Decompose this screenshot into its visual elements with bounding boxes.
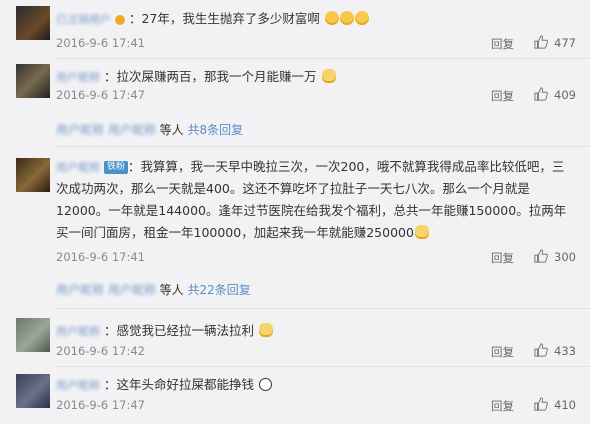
laugh-emoji-icon — [339, 11, 354, 25]
more-replies-suffix: 等人 — [159, 283, 184, 297]
laugh-emoji-icon — [354, 11, 369, 25]
shocked-emoji-icon — [259, 323, 273, 337]
more-replies: 用户昵称 用户昵称 等人 共8条回复 — [56, 118, 243, 142]
timestamp: 2016-9-6 17:41 — [56, 36, 145, 50]
shocked-emoji-icon — [321, 69, 336, 83]
comment-line: 用户昵称 ：这年头命好拉屎都能挣钱 — [56, 374, 272, 393]
comment-line: 用户昵称 ：拉次屎赚两百，那我一个月能赚一万 — [56, 66, 336, 85]
username[interactable]: 用户昵称 — [56, 69, 100, 85]
avatar[interactable] — [16, 374, 50, 408]
comment-body: 用户昵称 铁粉 ：我算算，我一天早中晚拉三次，一次200，哦不就算我得成品率比较低… — [56, 157, 567, 240]
thumbs-up-icon[interactable] — [534, 249, 548, 263]
more-replies-suffix: 等人 — [159, 123, 184, 137]
username[interactable]: 已注销用户 — [56, 11, 111, 27]
thumbs-up-icon[interactable] — [534, 35, 548, 49]
view-replies-link[interactable]: 共8条回复 — [188, 123, 244, 137]
reply-button[interactable]: 回复 — [491, 88, 514, 104]
reply-button[interactable]: 回复 — [491, 250, 514, 266]
reply-button[interactable]: 回复 — [491, 36, 514, 52]
username[interactable]: 用户昵称 — [56, 377, 100, 393]
comment-item: 用户昵称 ：这年头命好拉屎都能挣钱 2016-9-6 17:47 回复 410 — [0, 366, 590, 424]
more-replies: 用户昵称 用户昵称 等人 共22条回复 — [56, 278, 251, 302]
fan-badge: 铁粉 — [103, 161, 128, 174]
comment-text: 拉次屎赚两百，那我一个月能赚一万 — [116, 69, 317, 84]
smirk-emoji-icon — [259, 378, 272, 391]
timestamp: 2016-9-6 17:47 — [56, 398, 145, 412]
avatar[interactable] — [16, 158, 50, 192]
thumbs-up-icon[interactable] — [534, 87, 548, 101]
reply-usernames: 用户昵称 用户昵称 — [56, 123, 156, 137]
avatar[interactable] — [16, 64, 50, 98]
like-count: 300 — [554, 250, 576, 264]
timestamp: 2016-9-6 17:47 — [56, 88, 145, 102]
timestamp: 2016-9-6 17:41 — [56, 250, 145, 264]
like-count: 410 — [554, 398, 576, 412]
reply-usernames: 用户昵称 用户昵称 — [56, 283, 156, 297]
like-count: 477 — [554, 36, 576, 50]
comment-text: 感觉我已经拉一辆法拉利 — [116, 323, 255, 338]
thumbs-up-icon[interactable] — [534, 343, 548, 357]
comment-line: 已注销用户 ：27年，我生生抛弃了多少财富啊 — [56, 8, 369, 27]
comment-item: 用户昵称 ：拉次屎赚两百，那我一个月能赚一万 2016-9-6 17:47 回复… — [0, 58, 590, 118]
comment-text: 27年，我生生抛弃了多少财富啊 — [141, 11, 320, 26]
like-count: 433 — [554, 344, 576, 358]
comment-line: 用户昵称 ：感觉我已经拉一辆法拉利 — [56, 320, 273, 339]
username[interactable]: 用户昵称 — [56, 323, 100, 339]
avatar[interactable] — [16, 318, 50, 352]
reply-button[interactable]: 回复 — [491, 398, 514, 414]
avatar[interactable] — [16, 6, 50, 40]
vip-icon — [114, 14, 125, 25]
comment-item: 用户昵称 铁粉 ：我算算，我一天早中晚拉三次，一次200，哦不就算我得成品率比较低… — [0, 146, 590, 276]
like-count: 409 — [554, 88, 576, 102]
username[interactable]: 用户昵称 — [56, 157, 100, 174]
thumbs-up-icon[interactable] — [534, 397, 548, 411]
laugh-emoji-icon — [324, 11, 339, 25]
comment-item: 用户昵称 ：感觉我已经拉一辆法拉利 2016-9-6 17:42 回复 433 — [0, 308, 590, 364]
comment-item: 已注销用户 ：27年，我生生抛弃了多少财富啊 2016-9-6 17:41 回复… — [0, 0, 590, 56]
shocked-emoji-icon — [414, 225, 429, 239]
view-replies-link[interactable]: 共22条回复 — [188, 283, 251, 297]
timestamp: 2016-9-6 17:42 — [56, 344, 145, 358]
comment-text: 这年头命好拉屎都能挣钱 — [116, 377, 255, 392]
reply-button[interactable]: 回复 — [491, 344, 514, 360]
